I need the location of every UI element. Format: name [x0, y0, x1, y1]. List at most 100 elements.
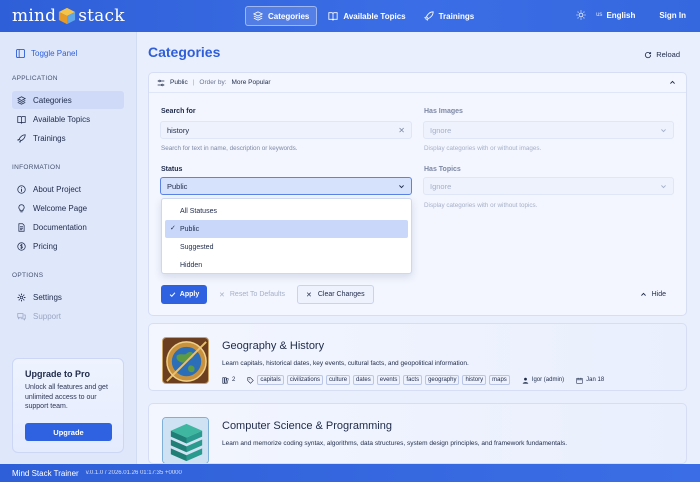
status-select[interactable]: Public	[160, 177, 412, 195]
status-option-all[interactable]: All Statuses	[165, 202, 408, 220]
has-images-label: Has Images	[424, 108, 463, 115]
sidebar-item-settings[interactable]: Settings	[12, 288, 124, 306]
language-label: English	[606, 10, 636, 20]
sidebar-item-about-project[interactable]: About Project	[12, 180, 124, 198]
category-title[interactable]: Geography & History	[222, 340, 324, 352]
layers-icon	[253, 11, 263, 21]
section-label-application: APPLICATION	[12, 75, 58, 82]
chat-icon	[17, 312, 26, 321]
search-hint: Search for text in name, description or …	[161, 145, 298, 152]
stack-image-icon	[163, 418, 208, 463]
tag-civilizations[interactable]: civilizations	[286, 375, 324, 385]
tag-icon	[247, 376, 255, 384]
section-label-information: INFORMATION	[12, 164, 61, 171]
sidebar-item-available-topics[interactable]: Available Topics	[12, 110, 124, 128]
clear-search-icon[interactable]: ✕	[398, 126, 405, 135]
chevron-down-icon	[661, 129, 666, 133]
category-author: Igor (admin)	[531, 377, 565, 383]
cube-logo-icon	[59, 7, 76, 25]
has-images-hint: Display categories with or without image…	[424, 145, 542, 152]
has-topics-label: Has Topics	[424, 166, 461, 173]
topnav-trainings[interactable]: Trainings	[417, 6, 482, 26]
layers-icon	[17, 95, 26, 105]
dollar-icon	[17, 241, 26, 251]
topics-count-icon	[222, 376, 229, 384]
reset-defaults-button[interactable]: ✕ Reset To Defaults	[219, 291, 285, 299]
close-icon: ✕	[306, 291, 312, 299]
book-icon	[17, 115, 26, 124]
sidebar-item-pricing[interactable]: Pricing	[12, 237, 124, 255]
chevron-down-icon	[399, 185, 404, 189]
clear-changes-button[interactable]: ✕ Clear Changes	[297, 285, 374, 304]
status-label: Status	[161, 166, 183, 173]
tag-history[interactable]: history	[462, 375, 487, 385]
sign-in-button[interactable]: Sign In	[659, 11, 686, 20]
summary-order-label: Order by:	[199, 79, 227, 86]
upgrade-card: Upgrade to Pro Unlock all features and g…	[12, 358, 124, 453]
tag-facts[interactable]: facts	[403, 375, 423, 385]
category-thumbnail	[162, 337, 209, 384]
search-label: Search for	[161, 108, 196, 115]
globe-image-icon	[163, 338, 208, 383]
chevron-up-icon[interactable]	[669, 79, 676, 86]
panel-toggle-icon	[16, 49, 25, 58]
footer-version: v.0.1.0 / 2026.01.26 01:17:35 +0000	[85, 470, 182, 476]
topics-count: 2	[232, 377, 236, 383]
chevron-down-icon	[661, 185, 666, 189]
section-label-options: OPTIONS	[12, 272, 44, 279]
rocket-icon	[423, 11, 434, 21]
category-description: Learn capitals, historical dates, key ev…	[222, 360, 469, 367]
sidebar-item-support: Support	[12, 307, 124, 325]
hide-filters-button[interactable]: Hide	[640, 291, 666, 298]
sun-icon[interactable]	[576, 10, 586, 20]
calendar-icon	[576, 377, 583, 384]
status-dropdown-menu: All Statuses ✓ Public Suggested Hidden	[161, 198, 412, 274]
status-option-hidden[interactable]: Hidden	[165, 256, 408, 274]
bulb-icon	[18, 203, 25, 212]
filter-sliders-icon	[157, 79, 165, 86]
has-topics-select[interactable]: Ignore	[423, 177, 674, 195]
chevron-up-icon	[640, 292, 646, 296]
tag-maps[interactable]: maps	[489, 375, 510, 385]
info-icon	[17, 184, 26, 194]
tag-capitals[interactable]: capitals	[257, 375, 284, 385]
sidebar-item-welcome-page[interactable]: Welcome Page	[12, 199, 124, 217]
toggle-panel-button[interactable]: Toggle Panel	[16, 49, 77, 58]
category-title[interactable]: Computer Science & Programming	[222, 420, 392, 432]
top-nav: Categories Available Topics Trainings	[245, 6, 481, 26]
book-icon	[328, 12, 338, 21]
footer-app-name: Mind Stack Trainer	[12, 468, 79, 478]
reload-button[interactable]: Reload	[644, 50, 680, 59]
logo-text-left: mind	[12, 6, 57, 26]
language-selector[interactable]: us English	[596, 11, 635, 20]
category-card[interactable]: Geography & History Learn capitals, hist…	[148, 323, 687, 391]
search-input[interactable]: history ✕	[160, 121, 412, 139]
top-bar: mind stack Categories Available Topics T…	[0, 0, 700, 32]
topnav-available-topics[interactable]: Available Topics	[321, 6, 412, 26]
logo-text-right: stack	[78, 6, 125, 26]
user-icon	[522, 377, 529, 384]
app-logo[interactable]: mind stack	[12, 6, 125, 26]
sidebar: Toggle Panel APPLICATION Categories Avai…	[0, 32, 137, 464]
check-icon	[169, 292, 176, 297]
apply-button[interactable]: Apply	[161, 285, 207, 304]
filter-summary-bar[interactable]: Public | Order by: More Popular	[149, 73, 686, 93]
upgrade-button[interactable]: Upgrade	[25, 423, 112, 441]
sidebar-item-trainings[interactable]: Trainings	[12, 129, 124, 147]
sidebar-item-documentation[interactable]: Documentation	[12, 218, 124, 236]
has-images-select[interactable]: Ignore	[423, 121, 674, 139]
tag-dates[interactable]: dates	[353, 375, 374, 385]
close-icon: ✕	[219, 291, 225, 299]
status-option-suggested[interactable]: Suggested	[165, 238, 408, 256]
upgrade-text: Unlock all features and get unlimited ac…	[25, 384, 108, 410]
status-option-public[interactable]: ✓ Public	[165, 220, 408, 238]
filter-panel: Public | Order by: More Popular Search f…	[148, 72, 687, 316]
tag-geography[interactable]: geography	[425, 375, 460, 385]
sidebar-item-categories[interactable]: Categories	[12, 91, 124, 109]
tag-culture[interactable]: culture	[326, 375, 351, 385]
category-card[interactable]: Computer Science & Programming Learn and…	[148, 403, 687, 464]
gear-icon	[17, 293, 26, 301]
category-meta: 2 capitals civilizations culture dates e…	[222, 375, 604, 385]
topnav-categories[interactable]: Categories	[245, 6, 318, 26]
tag-events[interactable]: events	[376, 375, 401, 385]
